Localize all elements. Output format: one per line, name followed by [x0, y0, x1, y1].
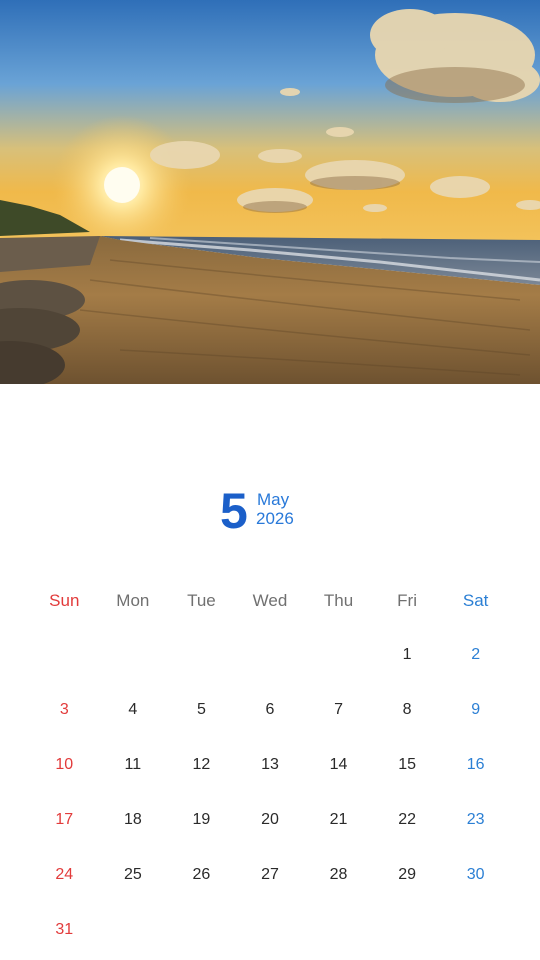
day-cell: 15 [398, 756, 416, 773]
day-cell: 4 [128, 701, 138, 718]
day-cell: 8 [402, 701, 412, 718]
weekday-mon: Mon [116, 591, 150, 610]
weekday-fri: Fri [397, 591, 417, 610]
day-cell: 7 [334, 701, 343, 718]
day-cell: 3 [59, 701, 69, 718]
day-cell: 20 [261, 811, 279, 828]
month-year: 2026 [256, 509, 294, 528]
day-cell: 25 [123, 866, 142, 883]
weekday-sat: Sat [462, 591, 489, 610]
day-cell: 5 [196, 701, 206, 718]
day-cell: 21 [329, 811, 348, 828]
weekday-thu: Thu [323, 591, 354, 610]
day-cell: 31 [55, 921, 74, 938]
day-cell: 24 [55, 866, 74, 883]
day-cell: 23 [466, 811, 485, 828]
day-cell: 10 [55, 756, 74, 773]
weekday-wed: Wed [252, 591, 288, 610]
calendar-day-grid: 1 2 3 4 5 6 7 8 9 10 11 12 13 14 15 16 17 18 19 20 21 22 23 24 2… [30, 645, 510, 960]
day-cell: 12 [192, 756, 211, 773]
day-cell: 14 [329, 756, 348, 773]
day-cell: 27 [261, 866, 279, 883]
day-cell: 26 [192, 866, 211, 883]
month-number: 5 [220, 483, 248, 539]
weekday-tue: Tue [187, 591, 216, 610]
beach-sunset-image [0, 0, 540, 384]
day-cell: 19 [192, 811, 211, 828]
header-photo [0, 0, 540, 384]
weekday-header-row: Sun Mon Tue Wed Thu Fri Sat [30, 590, 510, 612]
month-name: May [257, 490, 290, 509]
day-cell: 9 [471, 701, 481, 718]
day-cell: 29 [398, 866, 416, 883]
day-cell: 13 [261, 756, 279, 773]
day-cell: 28 [329, 866, 348, 883]
day-cell: 2 [471, 646, 481, 663]
weekday-sun: Sun [49, 591, 80, 610]
day-cell: 16 [466, 756, 485, 773]
day-cell: 22 [398, 811, 416, 828]
month-header: 5 May 2026 [0, 486, 540, 546]
day-cell: 30 [466, 866, 485, 883]
day-cell: 11 [124, 756, 142, 773]
day-cell: 18 [123, 811, 142, 828]
day-cell: 6 [265, 701, 275, 718]
day-cell: 1 [402, 646, 412, 663]
day-cell: 17 [55, 811, 74, 828]
